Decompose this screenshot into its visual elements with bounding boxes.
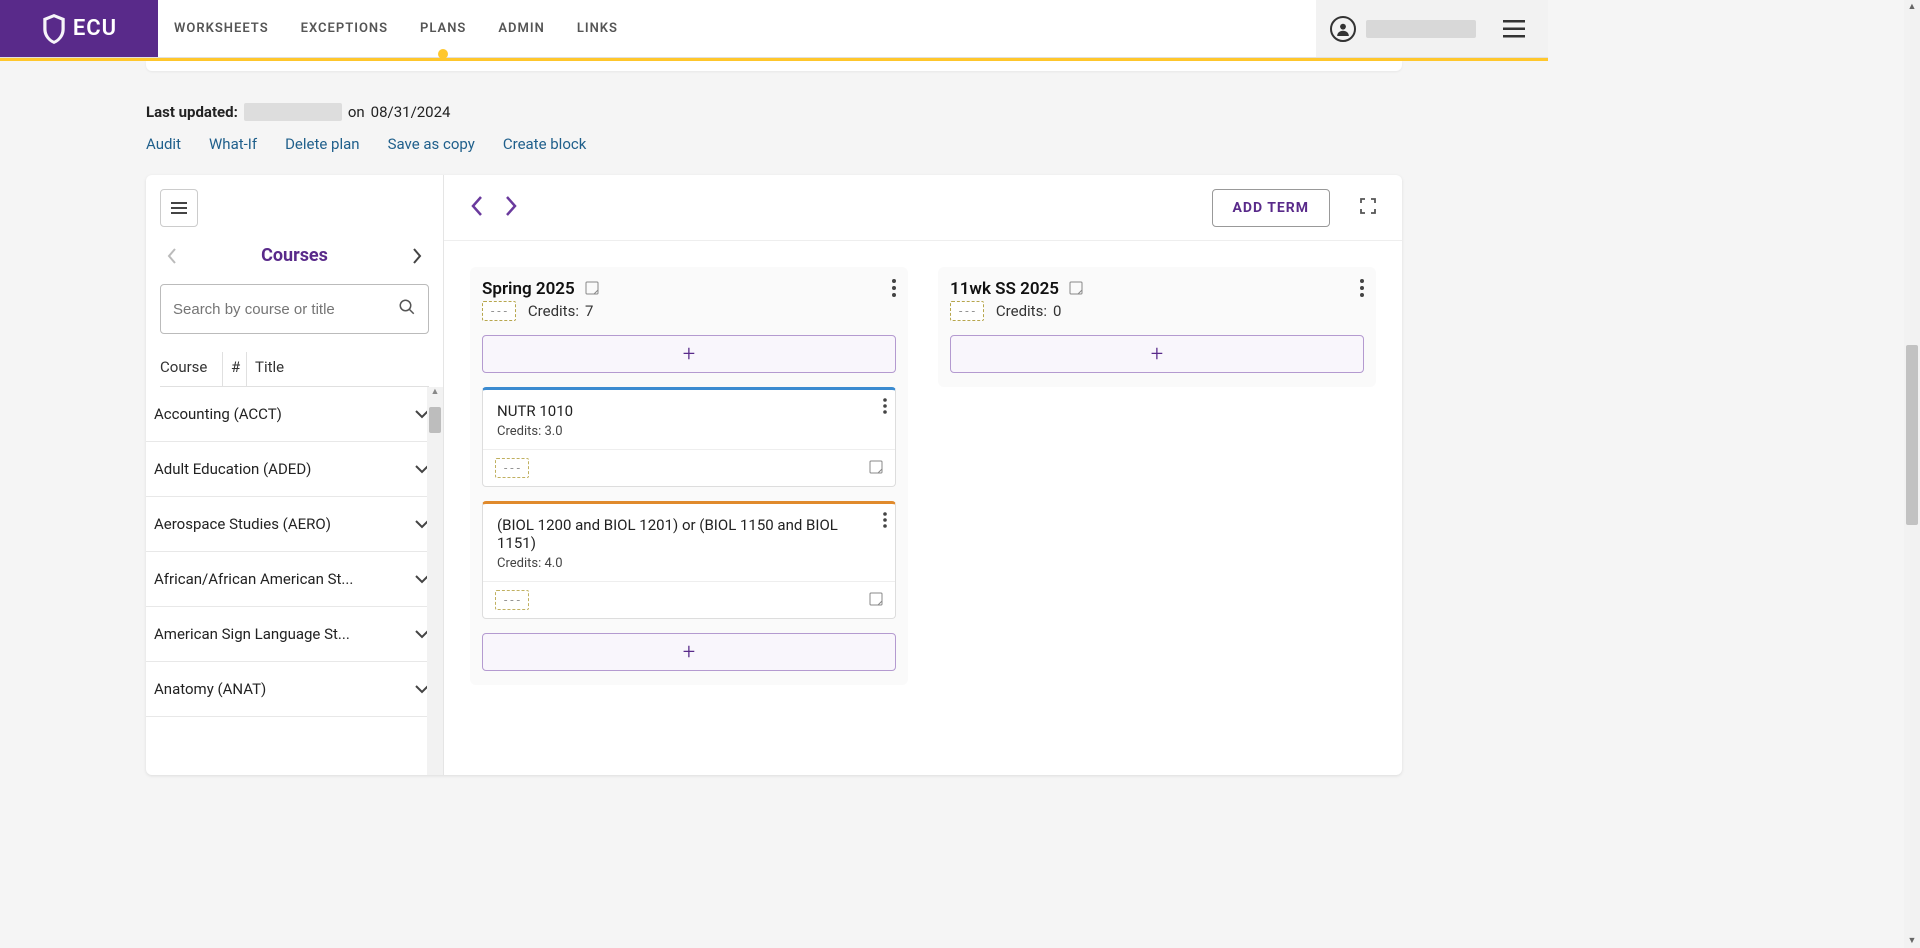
subject-row[interactable]: American Sign Language St... xyxy=(146,607,443,662)
term-status[interactable]: - - - xyxy=(482,301,516,321)
add-course-slot[interactable]: + xyxy=(482,633,896,671)
note-icon[interactable] xyxy=(1069,280,1083,299)
main-panel: Courses Course # Title xyxy=(146,175,1402,775)
action-save-as-copy[interactable]: Save as copy xyxy=(388,135,475,153)
user-name-redacted xyxy=(1366,20,1476,38)
subject-row[interactable]: Aerospace Studies (AERO) xyxy=(146,497,443,552)
course-credits: Credits: 3.0 xyxy=(497,424,881,439)
scroll-down-icon[interactable]: ▼ xyxy=(1908,934,1917,948)
avatar-icon[interactable] xyxy=(1330,16,1356,42)
nav-plans[interactable]: PLANS xyxy=(404,0,482,57)
term-title: Spring 2025 xyxy=(482,279,575,299)
course-credits: Credits: 4.0 xyxy=(497,556,881,571)
term-column-11wk-ss-2025: 11wk SS 2025 - - - Credits: 0 xyxy=(938,267,1376,387)
scroll-up-icon[interactable]: ▲ xyxy=(1908,0,1917,14)
note-icon[interactable] xyxy=(869,459,883,478)
add-term-button[interactable]: ADD TERM xyxy=(1212,189,1331,227)
search-input[interactable] xyxy=(173,301,398,318)
last-updated-row: Last updated: on 08/31/2024 xyxy=(146,103,1402,121)
nav-admin[interactable]: ADMIN xyxy=(482,0,560,57)
course-card[interactable]: NUTR 1010 Credits: 3.0 - - - xyxy=(482,387,896,487)
term-credits: 7 xyxy=(585,302,593,320)
add-course-slot[interactable]: + xyxy=(950,335,1364,373)
terms-toolbar: ADD TERM xyxy=(444,175,1402,241)
term-title: 11wk SS 2025 xyxy=(950,279,1059,299)
sidebar-toggle[interactable] xyxy=(160,189,198,227)
course-card-menu[interactable] xyxy=(883,398,887,418)
terms-area: ADD TERM Spring 2025 xyxy=(444,175,1402,775)
term-menu[interactable] xyxy=(892,279,896,301)
main-menu-icon[interactable] xyxy=(1494,20,1534,38)
last-updated-label: Last updated: xyxy=(146,103,238,121)
scroll-thumb[interactable] xyxy=(1906,345,1918,525)
scroll-thumb[interactable] xyxy=(429,407,441,433)
shield-icon xyxy=(41,14,67,44)
course-title: NUTR 1010 xyxy=(497,402,881,420)
subject-row[interactable]: Accounting (ACCT) xyxy=(146,387,443,442)
subject-row[interactable]: African/African American St... xyxy=(146,552,443,607)
scroll-up-icon[interactable]: ▲ xyxy=(427,387,443,397)
terms-row: Spring 2025 - - - Credits: 7 xyxy=(444,241,1402,711)
col-course[interactable]: Course xyxy=(160,352,222,386)
course-card-menu[interactable] xyxy=(883,512,887,532)
sidebar-next[interactable] xyxy=(407,248,427,264)
action-audit[interactable]: Audit xyxy=(146,135,181,153)
subject-list[interactable]: Accounting (ACCT) Adult Education (ADED)… xyxy=(146,387,443,775)
subject-row[interactable]: Adult Education (ADED) xyxy=(146,442,443,497)
term-menu[interactable] xyxy=(1360,279,1364,301)
term-status[interactable]: - - - xyxy=(950,301,984,321)
top-nav: ECU WORKSHEETS EXCEPTIONS PLANS ADMIN LI… xyxy=(0,0,1548,58)
brand-logo[interactable]: ECU xyxy=(0,0,158,57)
sidebar-prev[interactable] xyxy=(162,248,182,264)
nav-exceptions[interactable]: EXCEPTIONS xyxy=(285,0,404,57)
action-delete-plan[interactable]: Delete plan xyxy=(285,135,360,153)
page-scrollbar[interactable]: ▲ ▼ xyxy=(1904,0,1920,948)
col-title[interactable]: Title xyxy=(246,352,294,386)
courses-sidebar: Courses Course # Title xyxy=(146,175,444,775)
user-area xyxy=(1316,0,1548,57)
course-card[interactable]: (BIOL 1200 and BIOL 1201) or (BIOL 1150 … xyxy=(482,501,896,619)
action-create-block[interactable]: Create block xyxy=(503,135,586,153)
nav-worksheets[interactable]: WORKSHEETS xyxy=(158,0,285,57)
course-title: (BIOL 1200 and BIOL 1201) or (BIOL 1150 … xyxy=(497,516,881,552)
expand-icon[interactable] xyxy=(1360,198,1376,218)
note-icon[interactable] xyxy=(869,591,883,610)
note-icon[interactable] xyxy=(585,280,599,299)
col-num[interactable]: # xyxy=(222,352,246,386)
collapsed-card-edge xyxy=(146,61,1402,71)
term-credits: 0 xyxy=(1053,302,1061,320)
brand-name: ECU xyxy=(73,16,117,41)
on-text: on xyxy=(348,103,365,121)
terms-prev[interactable] xyxy=(470,195,484,221)
plan-actions: Audit What-If Delete plan Save as copy C… xyxy=(146,135,1402,153)
add-course-slot[interactable]: + xyxy=(482,335,896,373)
course-status[interactable]: - - - xyxy=(495,590,529,610)
sidebar-title: Courses xyxy=(261,245,328,266)
sidebar-scrollbar[interactable]: ▲ xyxy=(427,387,443,775)
search-icon[interactable] xyxy=(398,298,416,320)
last-updated-user-redacted xyxy=(244,103,342,121)
terms-next[interactable] xyxy=(504,195,518,221)
term-credits-label: Credits: xyxy=(528,302,579,320)
action-whatif[interactable]: What-If xyxy=(209,135,257,153)
nav-links-item[interactable]: LINKS xyxy=(561,0,634,57)
sidebar-column-headers: Course # Title xyxy=(160,352,429,387)
course-search[interactable] xyxy=(160,284,429,334)
last-updated-date: 08/31/2024 xyxy=(371,103,451,121)
term-column-spring-2025: Spring 2025 - - - Credits: 7 xyxy=(470,267,908,685)
course-status[interactable]: - - - xyxy=(495,458,529,478)
subject-row[interactable]: Anatomy (ANAT) xyxy=(146,662,443,717)
nav-links: WORKSHEETS EXCEPTIONS PLANS ADMIN LINKS xyxy=(158,0,634,57)
term-credits-label: Credits: xyxy=(996,302,1047,320)
